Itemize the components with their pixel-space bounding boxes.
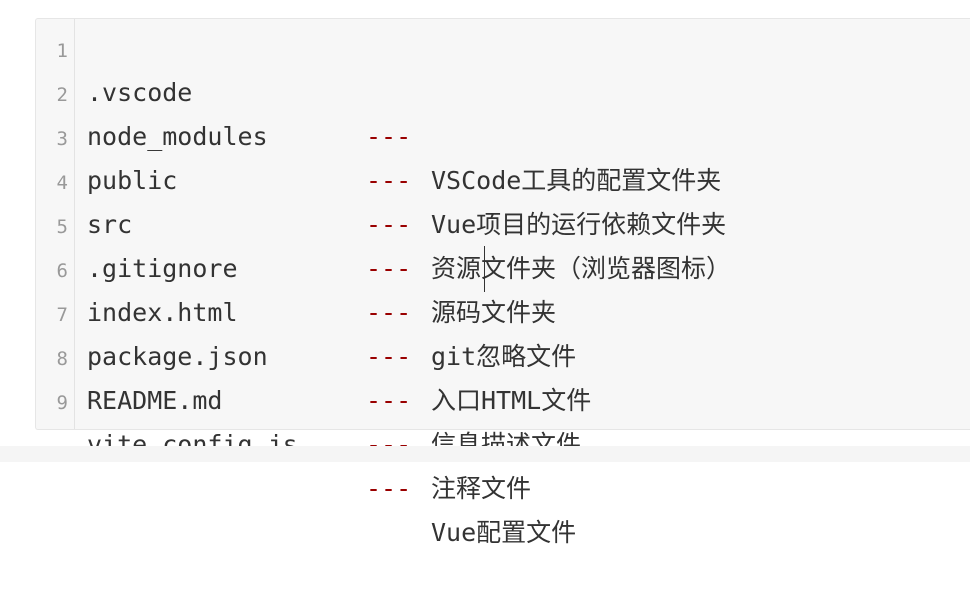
code-line[interactable]: README.md --- 注释文件 (87, 335, 531, 503)
line-number: 2 (56, 84, 68, 106)
line-number: 8 (56, 348, 68, 370)
line-number: 3 (56, 128, 68, 150)
separator: --- (366, 254, 412, 283)
separator: --- (366, 166, 412, 195)
line-number: 5 (56, 216, 68, 238)
separator: --- (366, 122, 412, 151)
line-number: 7 (56, 304, 68, 326)
code-line[interactable]: package.json --- 信息描述文件 (87, 291, 581, 459)
code-line[interactable]: .gitignore --- git忽略文件 (87, 203, 576, 371)
line-number: 9 (56, 392, 68, 414)
separator: --- (366, 342, 412, 371)
file-description: 资源文件夹（浏览器图标） (431, 254, 732, 283)
text-cursor (484, 246, 485, 292)
file-description: 注释文件 (431, 474, 532, 503)
footer-strip (0, 446, 970, 462)
line-number-gutter: 1 2 3 4 5 6 7 8 9 (36, 19, 75, 429)
separator: --- (366, 474, 412, 503)
file-description: Vue项目的运行依赖文件夹 (431, 210, 727, 239)
code-line[interactable]: src --- 源码文件夹 (87, 159, 556, 327)
code-line[interactable]: public --- 资源文件夹（浏览器图标） (87, 115, 731, 283)
code-line[interactable]: node_modules --- Vue项目的运行依赖文件夹 (87, 71, 726, 239)
separator: --- (366, 210, 412, 239)
line-number: 6 (56, 260, 68, 282)
line-number: 4 (56, 172, 68, 194)
file-description: VSCode工具的配置文件夹 (431, 166, 722, 195)
line-number: 1 (56, 40, 68, 62)
file-description: Vue配置文件 (431, 518, 577, 547)
separator: --- (366, 298, 412, 327)
code-block[interactable]: 1 2 3 4 5 6 7 8 9 .vscode --- VSCode工具的配… (35, 18, 970, 547)
file-description: 入口HTML文件 (431, 386, 592, 415)
code-line[interactable]: vite.config.js --- Vue配置文件 (87, 379, 576, 547)
separator: --- (366, 386, 412, 415)
file-description: 源码文件夹 (431, 298, 557, 327)
file-description: git忽略文件 (431, 342, 577, 371)
code-line[interactable]: index.html --- 入口HTML文件 (87, 247, 591, 415)
code-line[interactable]: .vscode --- VSCode工具的配置文件夹 (87, 27, 721, 195)
